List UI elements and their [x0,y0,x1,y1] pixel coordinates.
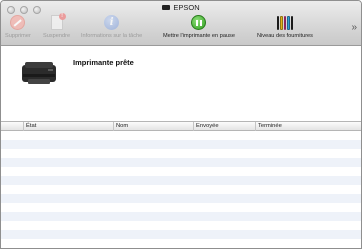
window-toolbar: EPSON » Supprimer Suspendre i Informatio… [1,1,361,46]
ink-cartridge-icon [287,16,290,30]
info-icon: i [104,15,120,30]
empty-table-row [1,185,361,194]
printer-status-text: Imprimante prête [73,58,134,67]
empty-table-row [1,212,361,221]
empty-table-row [1,158,361,167]
job-info-label: Informations sur la tâche [81,33,143,39]
empty-table-row [1,221,361,230]
column-header-sent[interactable]: Envoyée [193,122,255,131]
column-header-completed[interactable]: Terminée [255,122,361,131]
delete-icon [10,15,26,30]
window-title-text: EPSON [173,3,200,12]
empty-table-row [1,140,361,149]
printer-status-area: Imprimante prête [1,46,361,121]
ink-cartridge-icon [290,16,294,30]
job-table: État Nom Envoyée Terminée [1,121,361,248]
supply-levels-button[interactable]: Niveau des fournitures [257,15,313,40]
empty-table-row [1,194,361,203]
ink-cartridge-icon [276,16,280,30]
pause-printer-button[interactable]: Mettre l'imprimante en pause [163,15,235,40]
ink-cartridge-icon [280,16,283,30]
column-header-name[interactable]: Nom [113,122,193,131]
delete-button[interactable]: Supprimer [5,15,31,40]
empty-table-row [1,167,361,176]
ink-cartridge-icon [283,16,287,30]
empty-table-row [1,149,361,158]
empty-table-row [1,239,361,248]
ink-levels-icon [276,15,294,30]
column-header-state[interactable]: État [23,122,113,131]
supply-levels-label: Niveau des fournitures [257,33,313,39]
pause-icon [191,15,207,30]
empty-table-row [1,203,361,212]
column-header-index[interactable] [1,122,23,131]
empty-table-row [1,131,361,140]
print-queue-window: EPSON » Supprimer Suspendre i Informatio… [0,0,362,249]
printer-icon [162,4,171,10]
suspend-button[interactable]: Suspendre [43,13,71,40]
suspend-icon [50,13,66,30]
printer-image [22,62,56,84]
empty-table-row [1,230,361,239]
empty-table-row [1,176,361,185]
delete-label: Supprimer [5,33,31,39]
pause-printer-label: Mettre l'imprimante en pause [163,33,235,39]
window-title: EPSON [1,3,361,13]
suspend-label: Suspendre [43,33,71,39]
job-info-button[interactable]: i Informations sur la tâche [81,15,142,40]
job-list [1,131,361,248]
toolbar-overflow-button[interactable]: » [351,23,357,33]
job-table-header: État Nom Envoyée Terminée [1,121,361,131]
